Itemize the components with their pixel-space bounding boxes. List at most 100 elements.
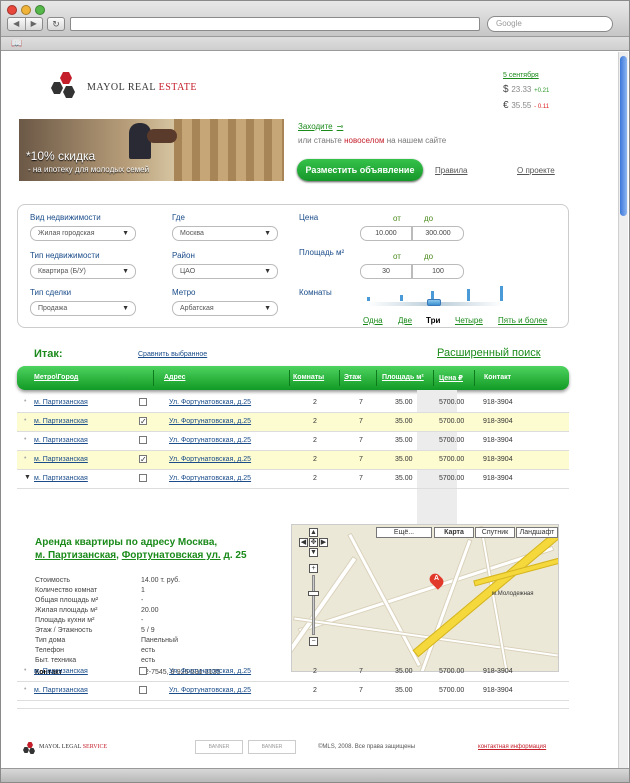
row-address-link[interactable]: Ул. Фортунатовская, д.25: [169, 399, 251, 406]
deal-type-select[interactable]: Продажа ▼: [30, 301, 136, 316]
row-metro-link[interactable]: м. Партизанская: [34, 668, 88, 675]
about-link[interactable]: О проекте: [517, 166, 555, 175]
post-ad-button[interactable]: Разместить объявление: [297, 159, 423, 181]
row-contact: 918-3904: [483, 475, 513, 482]
rooms-option-two[interactable]: Две: [398, 316, 412, 325]
detail-metro-link[interactable]: м. Партизанская: [35, 550, 116, 561]
login-link[interactable]: Заходите ⊸: [298, 122, 343, 131]
row-floor: 7: [359, 668, 363, 675]
rooms-option-five-plus[interactable]: Пять и более: [498, 316, 547, 325]
map-pan-up-icon[interactable]: ▲: [309, 528, 318, 537]
realty-type-select[interactable]: Квартира (Б/У) ▼: [30, 264, 136, 279]
back-forward-buttons[interactable]: ◀ ▶: [7, 17, 43, 31]
vertical-scrollbar[interactable]: [618, 52, 628, 768]
detail-street-link[interactable]: Фортунатовская ул.: [122, 550, 221, 561]
area-to-input[interactable]: 100: [412, 264, 464, 279]
back-icon[interactable]: ◀: [8, 18, 26, 30]
row-checkbox[interactable]: [139, 398, 147, 406]
table-row[interactable]: • м. Партизанская Ул. Фортунатовская, д.25…: [17, 394, 569, 413]
row-rooms: 2: [313, 456, 317, 463]
rooms-option-one[interactable]: Одна: [363, 316, 383, 325]
maximize-icon[interactable]: [35, 5, 45, 15]
contact-info-link[interactable]: контактная информация: [478, 744, 546, 750]
metro-select[interactable]: Арбатская ▼: [172, 301, 278, 316]
rules-link[interactable]: Правила: [435, 166, 467, 175]
map-pan-center-icon[interactable]: ✥: [309, 538, 318, 547]
expand-icon[interactable]: ▼: [24, 474, 31, 481]
row-metro-link[interactable]: м. Партизанская: [34, 399, 88, 406]
map-zoom-handle[interactable]: [308, 591, 319, 596]
col-price[interactable]: Цена ₽: [439, 374, 463, 382]
district-label: Район: [172, 251, 195, 260]
rooms-option-three[interactable]: Три: [426, 316, 440, 325]
close-icon[interactable]: [7, 5, 17, 15]
price-from-input[interactable]: 10.000: [360, 226, 412, 241]
row-address-link[interactable]: Ул. Фортунатовская, д.25: [169, 456, 251, 463]
map-type-satellite-button[interactable]: Спутник: [475, 527, 515, 538]
minimize-icon[interactable]: [21, 5, 31, 15]
google-search-input[interactable]: Google: [487, 16, 613, 32]
map-type-map-button[interactable]: Карта: [434, 527, 474, 538]
footer-brand[interactable]: MAYOL LEGAL SERVICE: [39, 744, 107, 750]
reload-icon[interactable]: ↻: [47, 17, 65, 31]
row-metro-link[interactable]: м. Партизанская: [34, 418, 88, 425]
table-row[interactable]: • м. Партизанская Ул. Фортунатовская, д.25…: [17, 663, 569, 682]
row-checkbox[interactable]: [139, 667, 147, 675]
rooms-slider-handle[interactable]: [427, 299, 441, 306]
area-from-input[interactable]: 30: [360, 264, 412, 279]
row-metro-link[interactable]: м. Партизанская: [34, 456, 88, 463]
bookmarks-icon[interactable]: 📖: [11, 38, 22, 49]
map-pan-down-icon[interactable]: ▼: [309, 548, 318, 557]
property-type-select[interactable]: Жилая городская ▼: [30, 226, 136, 241]
footer-banner-1[interactable]: BANNER: [195, 740, 243, 754]
row-bullet-icon: •: [24, 398, 27, 405]
row-address-link[interactable]: Ул. Фортунатовская, д.25: [169, 437, 251, 444]
table-row[interactable]: • м. Партизанская ✓ Ул. Фортунатовская, д.2…: [17, 413, 569, 432]
map-pan-left-icon[interactable]: ◀: [299, 538, 308, 547]
map-pan-right-icon[interactable]: ▶: [319, 538, 328, 547]
district-select[interactable]: ЦАО ▼: [172, 264, 278, 279]
map-type-terrain-button[interactable]: Ландшафт: [516, 527, 558, 538]
table-row[interactable]: ▼ м. Партизанская Ул. Фортунатовская, д.25…: [17, 470, 569, 489]
map-more-button[interactable]: Ещё...: [376, 527, 432, 538]
register-link[interactable]: новоселом: [344, 136, 384, 145]
row-address-link[interactable]: Ул. Фортунатовская, д.25: [169, 475, 251, 482]
map-zoom-out-icon[interactable]: −: [309, 637, 318, 646]
row-checkbox[interactable]: [139, 686, 147, 694]
col-rooms[interactable]: Комнаты: [293, 374, 324, 381]
col-floor[interactable]: Этаж: [344, 374, 361, 381]
where-select[interactable]: Москва ▼: [172, 226, 278, 241]
forward-icon[interactable]: ▶: [26, 18, 43, 30]
map-zoom-in-icon[interactable]: +: [309, 564, 318, 573]
promo-banner[interactable]: *10% скидка - на ипотеку для молодых сем…: [19, 119, 284, 181]
brand-name[interactable]: MAYOL REAL ESTATE: [87, 82, 197, 93]
row-checkbox[interactable]: ✓: [139, 417, 147, 426]
col-metro[interactable]: Метро\Город: [34, 374, 78, 381]
detail-title: Аренда квартиры по адресу Москва,: [35, 537, 218, 548]
row-address-link[interactable]: Ул. Фортунатовская, д.25: [169, 418, 251, 425]
row-metro-link[interactable]: м. Партизанская: [34, 437, 88, 444]
col-area[interactable]: Площадь м²: [382, 374, 424, 381]
advanced-search-link[interactable]: Расширенный поиск: [437, 347, 541, 359]
date-link[interactable]: 5 сентября: [503, 72, 539, 79]
row-metro-link[interactable]: м. Партизанская: [34, 687, 88, 694]
col-address[interactable]: Адрес: [164, 374, 185, 381]
table-row[interactable]: • м. Партизанская Ул. Фортунатовская, д.25…: [17, 682, 569, 701]
table-row[interactable]: • м. Партизанская Ул. Фортунатовская, д.25…: [17, 432, 569, 451]
row-checkbox[interactable]: [139, 436, 147, 444]
row-address-link[interactable]: Ул. Фортунатовская, д.25: [169, 668, 251, 675]
scrollbar-thumb[interactable]: [620, 56, 627, 216]
row-metro-link[interactable]: м. Партизанская: [34, 475, 88, 482]
row-checkbox[interactable]: ✓: [139, 455, 147, 464]
footer-banner-2[interactable]: BANNER: [248, 740, 296, 754]
rooms-option-four[interactable]: Четыре: [455, 316, 483, 325]
price-to-input[interactable]: 300.000: [412, 226, 464, 241]
compare-selected-link[interactable]: Сравнить выбранное: [138, 351, 207, 358]
table-row[interactable]: • м. Партизанская ✓ Ул. Фортунатовская, д.2…: [17, 451, 569, 470]
address-bar[interactable]: [70, 17, 480, 31]
row-address-link[interactable]: Ул. Фортунатовская, д.25: [169, 687, 251, 694]
row-checkbox[interactable]: [139, 474, 147, 482]
location-map[interactable]: A м.Молодежная ▲ ◀ ✥ ▶ ▼ + − Ещё... Карт…: [291, 524, 559, 672]
map-zoom-track[interactable]: [312, 575, 315, 635]
realty-type-label: Тип недвижимости: [30, 251, 100, 260]
